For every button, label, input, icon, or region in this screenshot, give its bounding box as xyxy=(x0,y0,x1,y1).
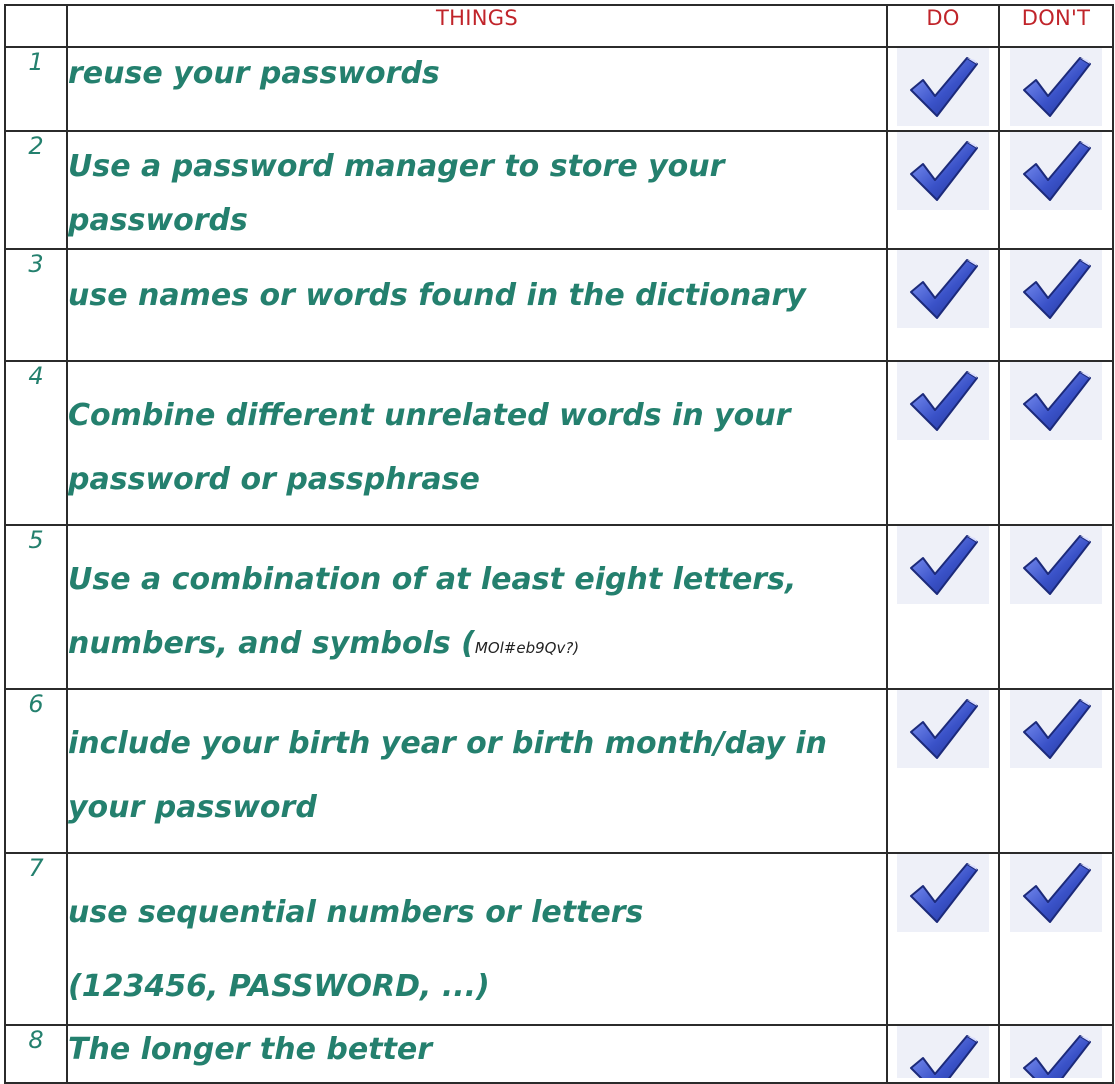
do-cell[interactable] xyxy=(886,130,1000,250)
row-text: reuse your passwords xyxy=(66,46,888,132)
row-text: Combine different unrelated words in you… xyxy=(66,360,888,526)
row-number: 1 xyxy=(4,46,68,132)
row-line: include your birth year or birth month/d… xyxy=(68,726,828,761)
example-password: MOl#eb9Qv?) xyxy=(474,639,580,657)
row-line: The longer the better xyxy=(68,1032,433,1067)
row-text: use names or words found in the dictiona… xyxy=(66,248,888,362)
row-number: 4 xyxy=(4,360,68,526)
row-line: Use a combination of at least eight lett… xyxy=(68,562,797,597)
header-number xyxy=(4,4,68,48)
dont-cell[interactable] xyxy=(998,688,1114,854)
header-do: DO xyxy=(886,4,1000,48)
row-number: 2 xyxy=(4,130,68,250)
table-row: 5 Use a combination of at least eight le… xyxy=(4,524,1114,690)
row-number: 6 xyxy=(4,688,68,854)
row-line: use names or words found in the dictiona… xyxy=(68,278,806,313)
row-text: include your birth year or birth month/d… xyxy=(66,688,888,854)
row-text: Use a password manager to store your pas… xyxy=(66,130,888,250)
row-line: Use a password manager to store your xyxy=(68,149,725,184)
table-row: 4 Combine different unrelated words in y… xyxy=(4,360,1114,526)
do-cell[interactable] xyxy=(886,524,1000,690)
row-line: reuse your passwords xyxy=(68,56,440,91)
table-row: 8 The longer the better xyxy=(4,1024,1114,1084)
dont-cell[interactable] xyxy=(998,46,1114,132)
row-text: The longer the better xyxy=(66,1024,888,1084)
dont-cell[interactable] xyxy=(998,852,1114,1026)
dont-cell[interactable] xyxy=(998,248,1114,362)
row-line-text: numbers, and symbols ( xyxy=(68,626,475,661)
do-cell[interactable] xyxy=(886,360,1000,526)
table-row: 2 Use a password manager to store your p… xyxy=(4,130,1114,250)
header-dont: DON'T xyxy=(998,4,1114,48)
row-text: Use a combination of at least eight lett… xyxy=(66,524,888,690)
row-number: 5 xyxy=(4,524,68,690)
table-row: 3 use names or words found in the dictio… xyxy=(4,248,1114,362)
table-row: 7 use sequential numbers or letters (123… xyxy=(4,852,1114,1026)
dont-cell[interactable] xyxy=(998,130,1114,250)
row-line: use sequential numbers or letters xyxy=(68,895,644,930)
dont-cell[interactable] xyxy=(998,524,1114,690)
row-line: numbers, and symbols (MOl#eb9Qv?) xyxy=(68,612,886,680)
header-row: THINGS DO DON'T xyxy=(4,4,1114,48)
header-things: THINGS xyxy=(66,4,888,48)
row-text: use sequential numbers or letters (12345… xyxy=(66,852,888,1026)
do-dont-table: THINGS DO DON'T 1 reuse your passwords 2… xyxy=(4,4,1114,1084)
do-cell[interactable] xyxy=(886,1024,1000,1084)
table-row: 6 include your birth year or birth month… xyxy=(4,688,1114,854)
row-line: Combine different unrelated words in you… xyxy=(68,398,791,433)
row-line: passwords xyxy=(68,203,248,238)
dont-cell[interactable] xyxy=(998,1024,1114,1084)
row-line: (123456, PASSWORD, ...) xyxy=(68,969,490,1004)
dont-cell[interactable] xyxy=(998,360,1114,526)
table-row: 1 reuse your passwords xyxy=(4,46,1114,132)
do-cell[interactable] xyxy=(886,46,1000,132)
do-cell[interactable] xyxy=(886,248,1000,362)
password-do-dont-sheet: THINGS DO DON'T 1 reuse your passwords 2… xyxy=(4,4,1114,1084)
row-number: 7 xyxy=(4,852,68,1026)
row-number: 8 xyxy=(4,1024,68,1084)
row-line: your password xyxy=(68,790,317,825)
do-cell[interactable] xyxy=(886,852,1000,1026)
row-number: 3 xyxy=(4,248,68,362)
row-line: password or passphrase xyxy=(68,462,480,497)
do-cell[interactable] xyxy=(886,688,1000,854)
